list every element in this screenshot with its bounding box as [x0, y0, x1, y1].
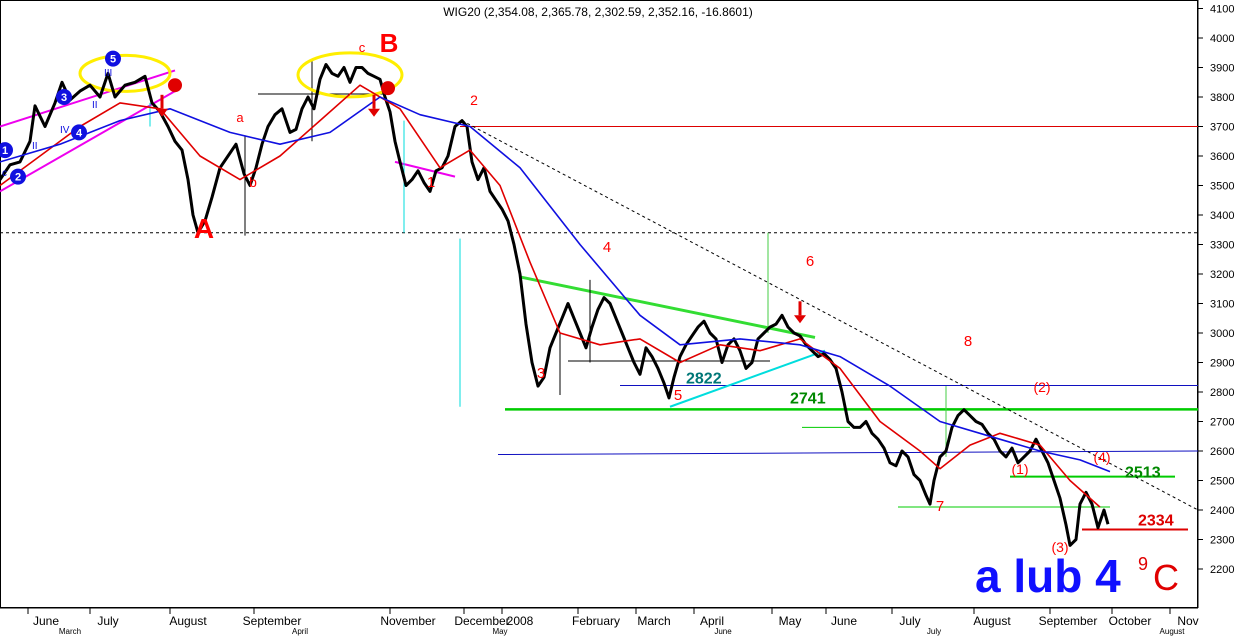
wave-roman-label: II [32, 141, 38, 152]
wave-label: 3 [537, 365, 545, 382]
y-tick-label: 2500 [1210, 476, 1234, 488]
wave-label: (4) [1093, 449, 1110, 465]
wave-label: 1 [427, 174, 435, 191]
wave-circle-label: 5 [110, 54, 116, 66]
wave-roman-label: III [104, 68, 112, 79]
x-month-label: 2008 [507, 614, 534, 628]
y-tick-label: 3300 [1210, 240, 1234, 252]
channel-bottom [0, 90, 176, 193]
y-tick-label: 4100 [1210, 4, 1234, 16]
channel-top [0, 69, 176, 128]
y-tick-label: 3800 [1210, 92, 1234, 104]
x-month-label: March [637, 614, 670, 628]
y-tick-label: 2800 [1210, 387, 1234, 399]
y-tick-label: 3000 [1210, 328, 1234, 340]
y-tick-label: 3500 [1210, 181, 1234, 193]
wave-label: (1) [1011, 461, 1028, 477]
plot-frame [0, 0, 1198, 608]
x-small-label: July [927, 627, 941, 636]
signal-dot [168, 78, 182, 93]
wave-circle-label: 2 [15, 172, 21, 184]
wave-label: (2) [1033, 379, 1050, 395]
y-tick-label: 2900 [1210, 358, 1234, 370]
y-tick-label: 3100 [1210, 299, 1234, 311]
wave-label: 7 [936, 498, 944, 515]
big-label-superscript: 9 [1138, 554, 1148, 574]
wave-label: 5 [674, 387, 682, 404]
y-tick-label: 2400 [1210, 505, 1234, 517]
y-tick-label: 3700 [1210, 122, 1234, 134]
big-label: a lub 4 [975, 550, 1121, 602]
wave-label: b [249, 174, 257, 190]
x-month-label: September [1039, 614, 1098, 628]
x-month-label: October [1109, 614, 1152, 628]
x-month-label: November [380, 614, 435, 628]
x-month-label: February [572, 614, 620, 628]
wave-label: 4 [603, 239, 611, 256]
y-tick-label: 2600 [1210, 446, 1234, 458]
level-label-2513: 2513 [1125, 465, 1161, 482]
x-month-label: December [454, 614, 509, 628]
big-label-suffix: C [1153, 557, 1179, 598]
x-small-label: March [59, 627, 81, 636]
y-tick-label: 2300 [1210, 535, 1234, 547]
y-tick-label: 3400 [1210, 210, 1234, 222]
level-label-2741: 2741 [790, 390, 826, 407]
y-tick-label: 3600 [1210, 151, 1234, 163]
level-label-2822: 2822 [686, 371, 722, 388]
wig20-chart: 2822274125132334 ABcab 12345678(1)(2)(3)(… [0, 0, 1234, 636]
y-tick-label: 3900 [1210, 63, 1234, 75]
wave-label: 2 [470, 92, 478, 108]
x-small-label: May [492, 627, 507, 636]
signal-dot [381, 81, 395, 96]
x-month-label: June [831, 614, 857, 628]
wave-circle-label: 3 [61, 92, 67, 104]
level-label-2334: 2334 [1138, 512, 1174, 529]
x-month-label: August [973, 614, 1011, 628]
wave-roman-label: II [92, 100, 98, 111]
y-tick-label: 2200 [1210, 564, 1234, 576]
x-month-label: August [169, 614, 207, 628]
x-month-label: July [97, 614, 118, 628]
wave-label: B [380, 28, 399, 58]
sell-arrow-head [794, 315, 806, 324]
wave-circle-label: 4 [76, 127, 83, 139]
wave-label: 6 [806, 253, 814, 270]
wave-label: 8 [964, 333, 972, 350]
chart-title: WIG20 (2,354.08, 2,365.78, 2,302.59, 2,3… [443, 5, 753, 19]
x-month-label: April [700, 614, 724, 628]
x-small-label: August [1160, 627, 1186, 636]
x-small-label: April [292, 627, 308, 636]
y-tick-label: 4000 [1210, 33, 1234, 45]
wave-roman-label: IV [60, 125, 70, 136]
x-month-label: September [243, 614, 302, 628]
y-tick-label: 3200 [1210, 269, 1234, 281]
x-month-label: July [899, 614, 920, 628]
x-month-label: June [33, 614, 59, 628]
wave-label: a [236, 110, 244, 125]
ma-fast-line [0, 84, 1101, 508]
y-tick-label: 2700 [1210, 417, 1234, 429]
x-small-label: June [714, 627, 732, 636]
sell-arrow-head [368, 108, 380, 117]
wave-label: A [194, 213, 214, 244]
x-month-label: May [779, 614, 802, 628]
price-line [0, 63, 1110, 547]
chart-root: 2822 2741 2513 2334 A Bc a b 1 2 3 4 5 6 7 8 (1) (2) (3)(… [0, 0, 1250, 636]
x-month-label: Nov [1177, 614, 1198, 628]
wave-circle-label: 1 [2, 145, 8, 157]
wave-label: c [359, 40, 366, 55]
wave-roman-label: c [2, 168, 7, 179]
